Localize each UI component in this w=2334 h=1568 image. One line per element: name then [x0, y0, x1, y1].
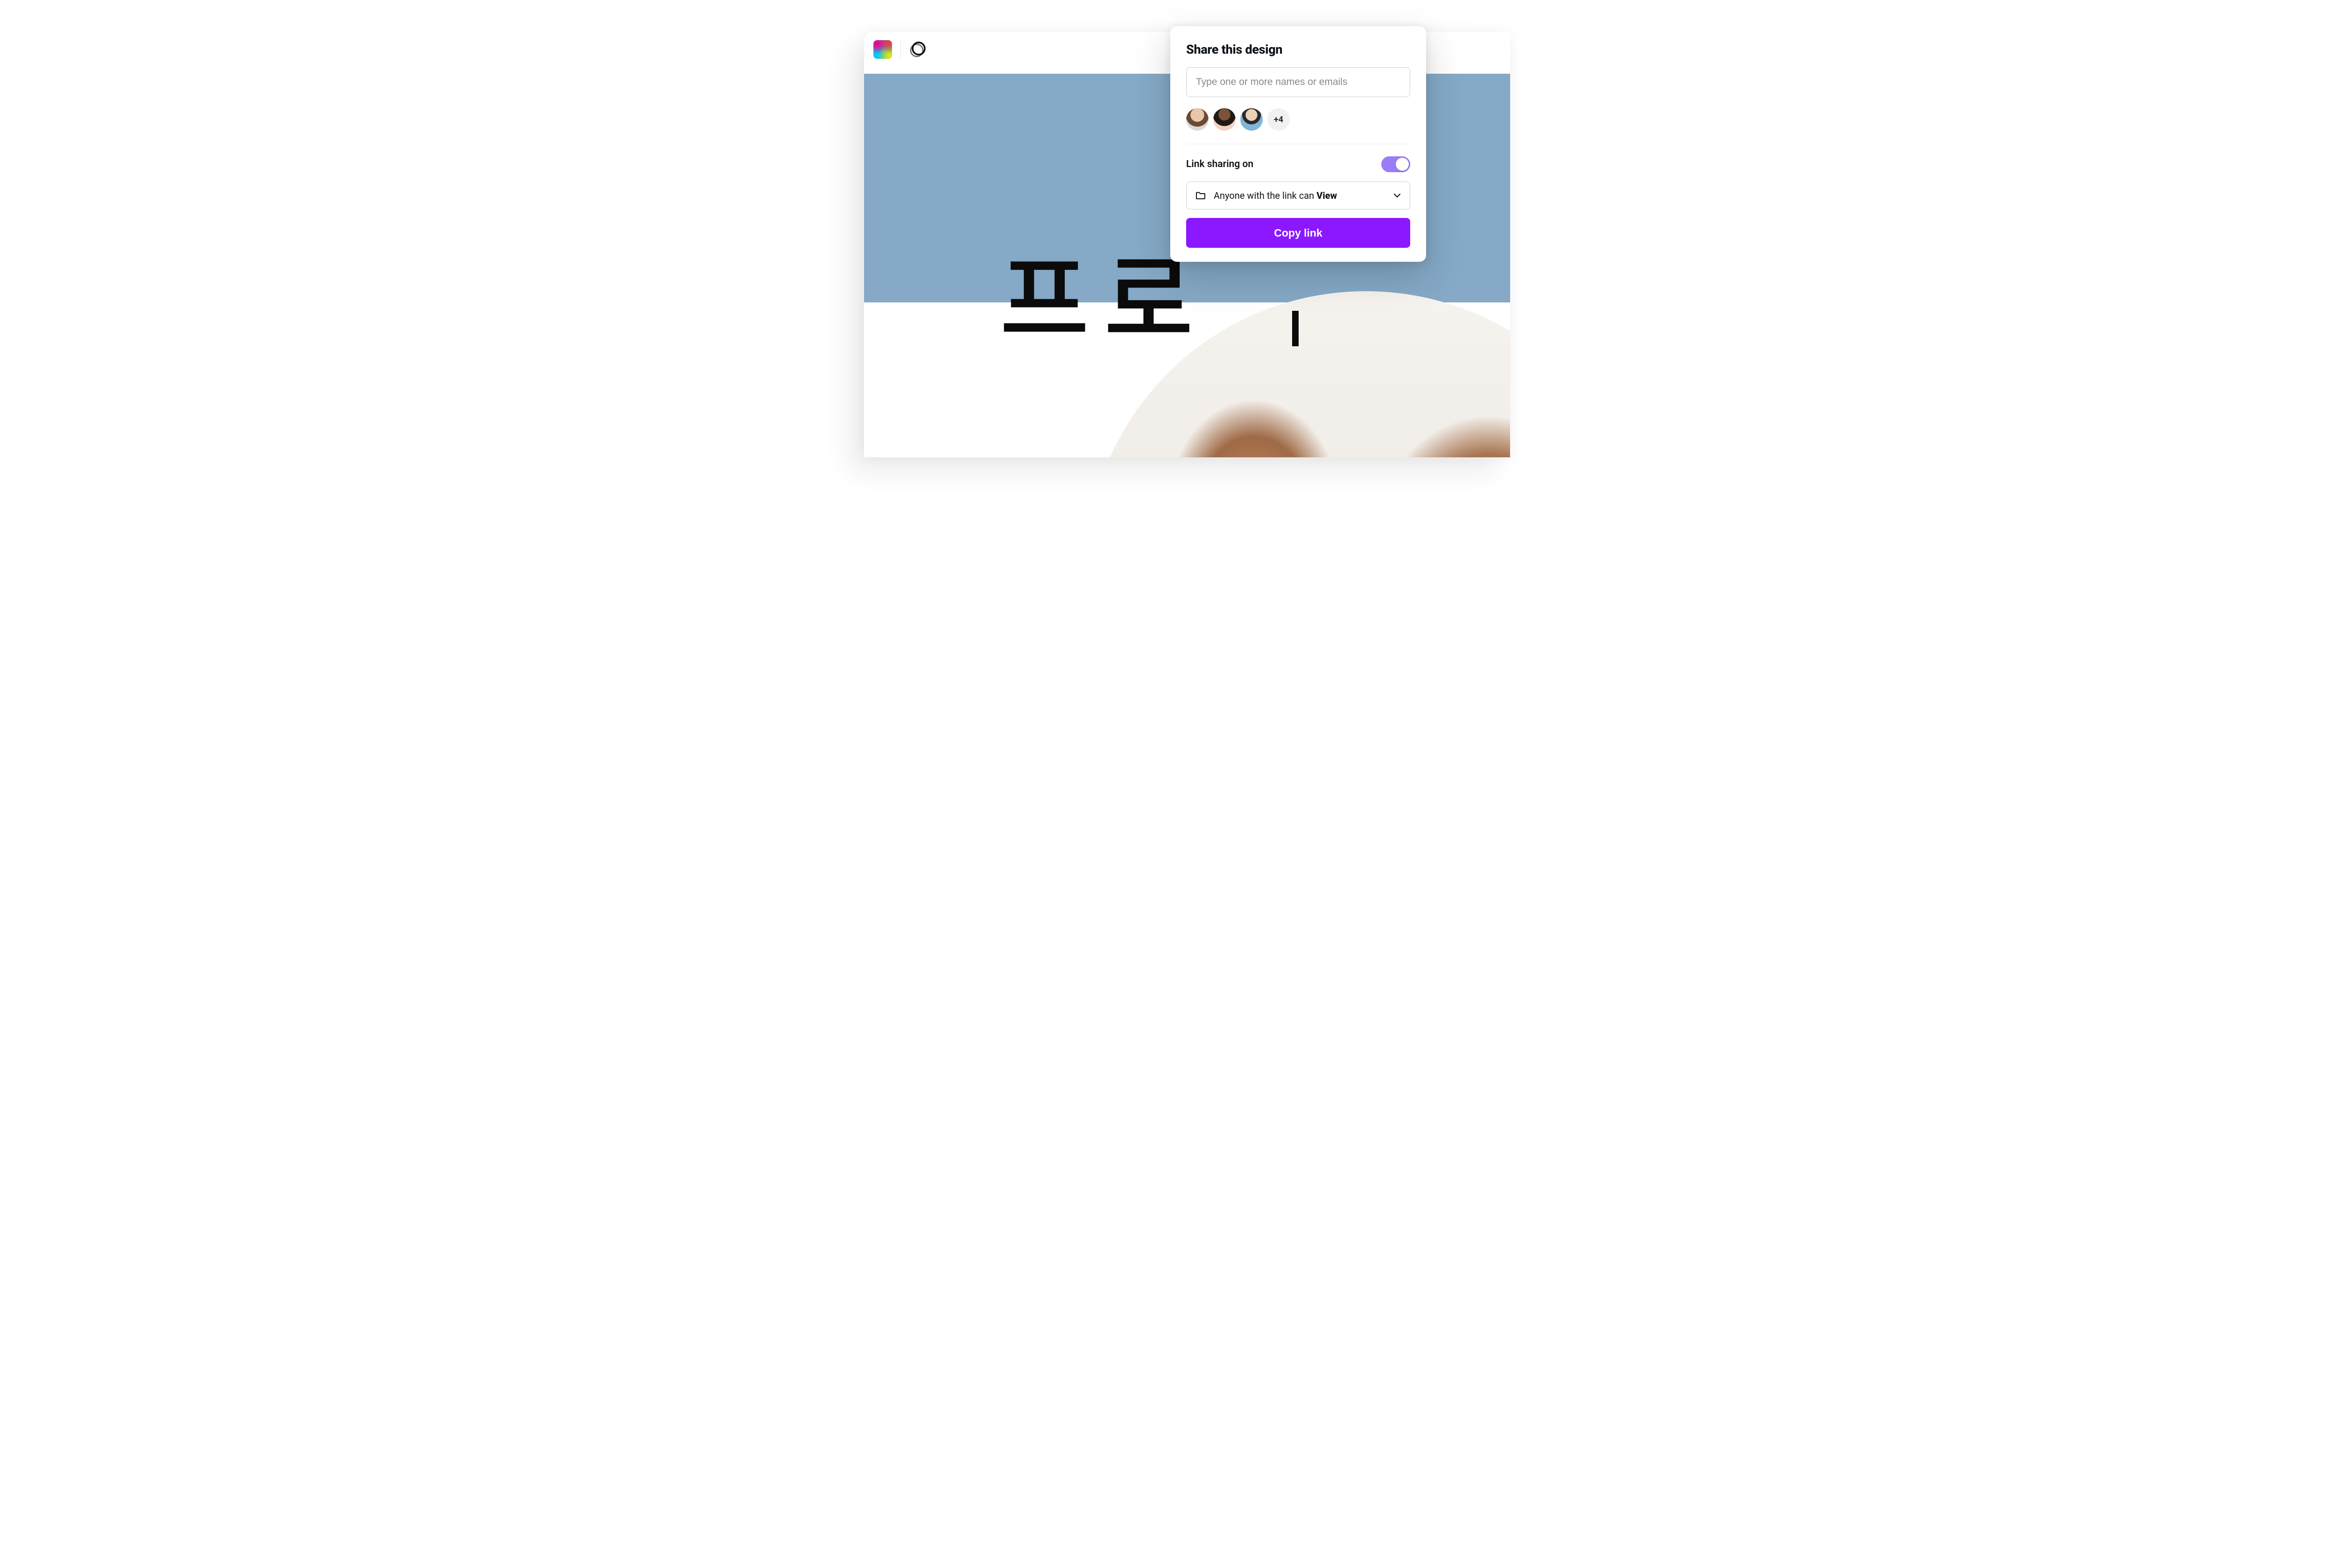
link-sharing-label: Link sharing on [1186, 159, 1253, 170]
avatar[interactable] [1213, 108, 1236, 131]
transparency-icon[interactable] [909, 41, 926, 58]
collaborators-row: +4 [1186, 108, 1410, 144]
link-sharing-toggle[interactable] [1381, 156, 1410, 172]
chevron-down-icon [1393, 191, 1401, 200]
avatar-overflow-count[interactable]: +4 [1267, 108, 1290, 131]
share-recipients-input[interactable] [1186, 67, 1410, 97]
link-permission-prefix: Anyone with the link can [1214, 190, 1316, 201]
link-permission-label: Anyone with the link can View [1214, 190, 1385, 201]
link-sharing-row: Link sharing on [1186, 156, 1410, 172]
color-picker-swatch[interactable] [873, 40, 892, 59]
avatar[interactable] [1186, 108, 1209, 131]
avatar[interactable] [1240, 108, 1263, 131]
text-cursor-icon [1292, 311, 1299, 346]
folder-icon [1195, 190, 1206, 201]
toggle-knob-icon [1396, 158, 1409, 171]
link-permission-select[interactable]: Anyone with the link can View [1186, 182, 1410, 210]
link-permission-role: View [1316, 190, 1337, 201]
toolbar-divider [900, 40, 901, 59]
copy-link-button[interactable]: Copy link [1186, 218, 1410, 248]
share-title: Share this design [1186, 42, 1410, 57]
share-popover: Share this design +4 Link sharing on Any… [1170, 26, 1426, 262]
